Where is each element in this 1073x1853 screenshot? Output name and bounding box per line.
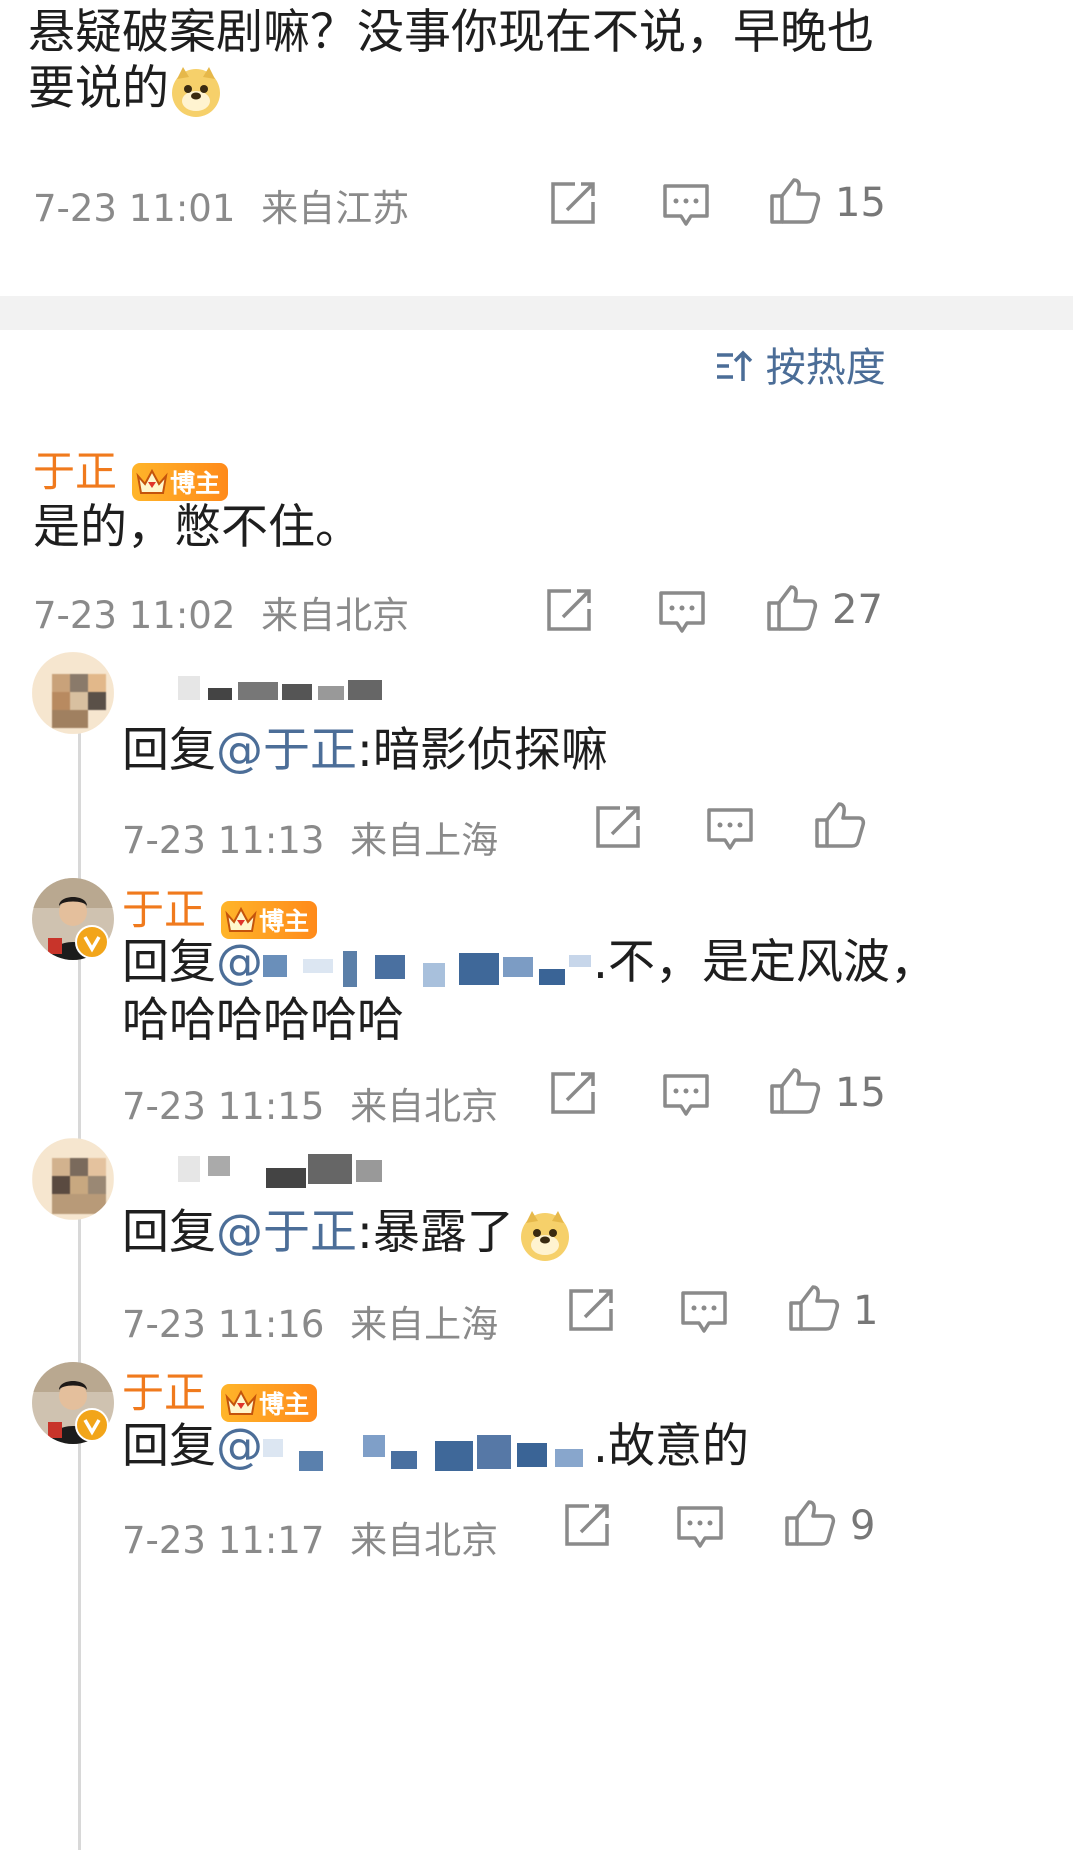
- comment-icon[interactable]: [659, 180, 713, 230]
- like-count: 15: [835, 180, 886, 226]
- like-count: 9: [850, 1503, 876, 1549]
- like-icon[interactable]: [787, 1283, 841, 1333]
- user-name[interactable]: 于正: [122, 1368, 206, 1417]
- crown-icon: [225, 1389, 257, 1415]
- like-icon[interactable]: [765, 583, 819, 633]
- comment-time: 7-23 11:17: [122, 1519, 325, 1562]
- like-icon[interactable]: [768, 176, 822, 226]
- share-icon[interactable]: [543, 585, 597, 635]
- comment-icon[interactable]: [659, 1070, 713, 1120]
- reply-meta: 7-23 11:16 来自上海: [122, 1294, 498, 1348]
- reply-meta: 7-23 11:15 来自北京: [122, 1076, 498, 1130]
- like-icon[interactable]: [768, 1066, 822, 1116]
- like-icon[interactable]: [783, 1498, 837, 1548]
- reply-header: 于正 博主: [122, 876, 318, 939]
- top-comment-line1: 悬疑破案剧嘛？没事你现在不说，早晚也: [28, 5, 874, 60]
- reply-body: .故意的: [593, 1419, 749, 1474]
- comment-location: 来自北京: [261, 594, 410, 637]
- mention-link[interactable]: @于正: [216, 723, 357, 778]
- user-name[interactable]: 于正: [122, 885, 206, 934]
- comment-location: 来自北京: [350, 1519, 499, 1562]
- like-count: 15: [835, 1070, 886, 1116]
- pixelated-username: [263, 941, 593, 991]
- user-name[interactable]: 于正: [33, 447, 117, 496]
- comment-icon[interactable]: [655, 587, 709, 637]
- main-reply-text: 是的，憋不住。: [33, 500, 362, 555]
- reply-prefix: 回复: [122, 1205, 216, 1260]
- avatar[interactable]: [32, 652, 114, 734]
- share-icon[interactable]: [592, 802, 646, 852]
- share-icon[interactable]: [565, 1285, 619, 1335]
- comment-time: 7-23 11:02: [33, 594, 236, 637]
- top-comment-line2: 要说的: [28, 58, 223, 120]
- main-reply-meta: 7-23 11:02 来自北京: [33, 585, 409, 639]
- reply-text-line2: 哈哈哈哈哈哈: [122, 993, 404, 1048]
- reply-prefix: 回复: [122, 723, 216, 778]
- mention-link[interactable]: @于正: [216, 1205, 357, 1260]
- reply-text: 回复@于正:暗影侦探嘛: [122, 720, 608, 782]
- comment-time: 7-23 11:13: [122, 819, 325, 862]
- reply-text: 回复@ .故意的: [122, 1416, 749, 1478]
- sort-icon: [715, 347, 753, 385]
- comment-time: 7-23 11:16: [122, 1303, 325, 1346]
- share-icon[interactable]: [547, 178, 601, 228]
- crown-icon: [225, 906, 257, 932]
- blogger-badge: 博主: [132, 462, 229, 501]
- reply-body: :暗影侦探嘛: [357, 723, 608, 778]
- badge-label: 博主: [170, 468, 221, 498]
- crown-icon: [136, 468, 168, 494]
- sort-button[interactable]: 按热度: [715, 335, 886, 393]
- pixelated-username: [178, 1150, 388, 1190]
- avatar[interactable]: [32, 1138, 114, 1220]
- reply-text: 回复@ .不，是定风波，: [122, 932, 937, 994]
- reply-prefix: 回复: [122, 935, 216, 990]
- pixelated-username: [178, 672, 388, 702]
- reply-body: :暴露了: [357, 1205, 514, 1260]
- comment-location: 来自上海: [350, 1303, 499, 1346]
- mention-link[interactable]: @: [216, 935, 263, 990]
- comment-icon[interactable]: [677, 1287, 731, 1337]
- comment-time: 7-23 11:15: [122, 1085, 325, 1128]
- comment-location: 来自北京: [350, 1085, 499, 1128]
- pixelated-username: [263, 1425, 593, 1475]
- doge-emoji: [169, 65, 223, 119]
- reply-body: .不，是定风波，: [593, 935, 937, 990]
- top-comment-meta: 7-23 11:01 来自江苏: [33, 178, 409, 232]
- verified-icon: [75, 925, 109, 959]
- main-reply-header: 于正 博主: [33, 438, 229, 501]
- reply-meta: 7-23 11:13 来自上海: [122, 810, 498, 864]
- mention-link[interactable]: @: [216, 1419, 263, 1474]
- section-divider: [0, 296, 1073, 330]
- comment-icon[interactable]: [703, 804, 757, 854]
- doge-emoji: [518, 1209, 572, 1263]
- like-icon[interactable]: [813, 800, 867, 850]
- verified-icon: [75, 1408, 109, 1442]
- reply-text: 回复@于正:暴露了: [122, 1202, 572, 1264]
- reply-header: 于正 博主: [122, 1359, 318, 1422]
- like-count: 1: [853, 1288, 879, 1334]
- share-icon[interactable]: [547, 1068, 601, 1118]
- like-count: 27: [832, 587, 883, 633]
- comment-location: 来自江苏: [261, 187, 410, 230]
- top-comment-line2-text: 要说的: [28, 61, 169, 116]
- sort-label: 按热度: [765, 345, 886, 391]
- reply-meta: 7-23 11:17 来自北京: [122, 1510, 498, 1564]
- comment-location: 来自上海: [350, 819, 499, 862]
- reply-prefix: 回复: [122, 1419, 216, 1474]
- comment-icon[interactable]: [673, 1502, 727, 1552]
- share-icon[interactable]: [561, 1500, 615, 1550]
- comment-time: 7-23 11:01: [33, 187, 236, 230]
